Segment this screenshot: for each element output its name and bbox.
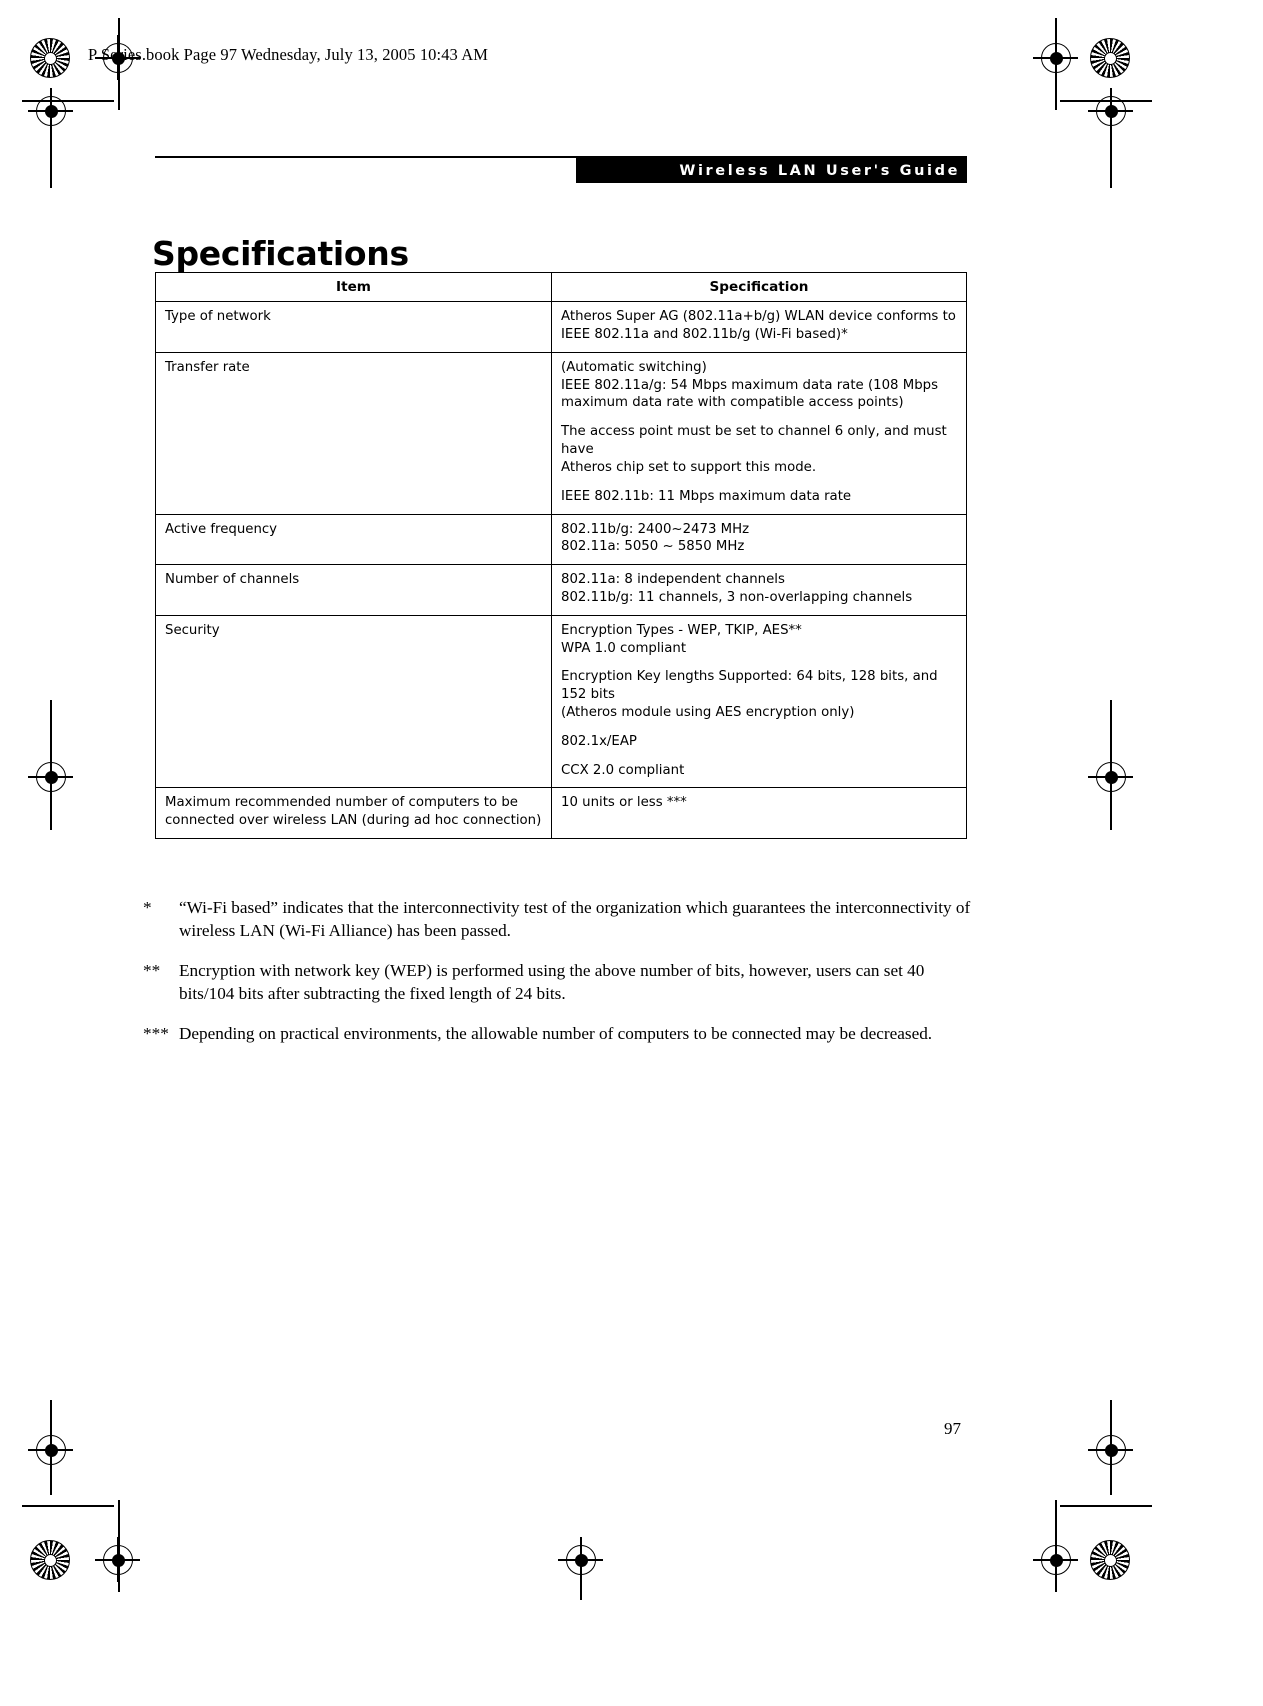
- page-number: 97: [944, 1419, 961, 1438]
- footnote-marker: **: [143, 960, 161, 980]
- density-patch-bottom-left: [30, 1540, 70, 1580]
- registration-mark-left-lower: [28, 1427, 73, 1472]
- crop-line-bottom-left-horizontal: [22, 1505, 114, 1507]
- document-page: P Series.book Page 97 Wednesday, July 13…: [0, 0, 1263, 1706]
- cell-item: Maximum recommended number of computers …: [155, 787, 552, 840]
- registration-mark-right-middle: [1088, 754, 1133, 799]
- cell-item: Number of channels: [155, 564, 552, 616]
- spec-paragraph: 802.11b/g: 2400~2473 MHz 802.11a: 5050 ~ …: [561, 521, 957, 557]
- footnote: *** Depending on practical environments, …: [143, 1023, 973, 1046]
- registration-mark-left-upper: [28, 88, 73, 133]
- table-head: Item Specification: [155, 271, 967, 303]
- cell-specification: 802.11a: 8 independent channels 802.11b/g…: [551, 564, 967, 616]
- spec-paragraph: 802.11a: 8 independent channels 802.11b/g…: [561, 571, 957, 607]
- cell-specification: 10 units or less ***: [551, 787, 967, 840]
- registration-mark-right-upper: [1088, 88, 1133, 133]
- spec-line: Encryption Types - WEP, TKIP, AES**: [561, 622, 802, 638]
- footnote-text: Encryption with network key (WEP) is per…: [179, 960, 925, 1003]
- spec-line: The access point must be set to channel …: [561, 424, 947, 458]
- spec-line: Atheros chip set to support this mode.: [561, 459, 817, 475]
- registration-mark-right-lower: [1088, 1427, 1133, 1472]
- specifications-table: Item Specification Type of network Athero…: [155, 271, 967, 840]
- spec-paragraph: Atheros Super AG (802.11a+b/g) WLAN devi…: [561, 308, 957, 344]
- footnote-text: Depending on practical environments, the…: [179, 1023, 933, 1043]
- spec-line: CCX 2.0 compliant: [561, 762, 685, 778]
- footnote-marker: *: [143, 898, 152, 917]
- cell-item: Type of network: [155, 301, 552, 353]
- registration-mark-bottom-right: [1033, 1537, 1078, 1582]
- crop-line-top-left-horizontal: [22, 100, 114, 102]
- crop-line-bottom-right-horizontal: [1060, 1505, 1152, 1507]
- spec-line: IEEE 802.11b: 11 Mbps maximum data rate: [561, 488, 852, 504]
- spec-line: 802.11a: 5050 ~ 5850 MHz: [561, 539, 745, 555]
- file-slug: P Series.book Page 97 Wednesday, July 13…: [88, 45, 489, 64]
- registration-mark-top-right: [1033, 35, 1078, 80]
- spec-line: 802.1x/EAP: [561, 733, 637, 749]
- cell-specification: 802.11b/g: 2400~2473 MHz 802.11a: 5050 ~ …: [551, 513, 967, 566]
- running-head-banner: Wireless LAN User's Guide: [576, 158, 967, 183]
- spec-line: Encryption Key lengths Supported: 64 bit…: [561, 669, 938, 703]
- cell-item: Transfer rate: [155, 351, 552, 515]
- spec-line: 10 units or less ***: [561, 795, 687, 811]
- spec-line: IEEE 802.11a/g: 54 Mbps maximum data rat…: [561, 377, 939, 393]
- table-header-row: Item Specification: [155, 271, 967, 303]
- spec-paragraph: IEEE 802.11b: 11 Mbps maximum data rate: [561, 488, 957, 506]
- cell-item: Security: [155, 614, 552, 789]
- spec-line: (Atheros module using AES encryption onl…: [561, 705, 855, 721]
- registration-mark-left-middle: [28, 754, 73, 799]
- spec-line: Atheros Super AG (802.11a+b/g) WLAN devi…: [561, 309, 956, 325]
- table-row: Type of network Atheros Super AG (802.11a…: [155, 301, 967, 353]
- footnote: * “Wi-Fi based” indicates that the interc…: [143, 897, 973, 943]
- table-body: Type of network Atheros Super AG (802.11a…: [155, 301, 967, 840]
- footnote: ** Encryption with network key (WEP) is p…: [143, 960, 973, 1006]
- footnote-marker: ***: [143, 1023, 169, 1043]
- table-row: Maximum recommended number of computers …: [155, 787, 967, 840]
- footnote-text: “Wi-Fi based” indicates that the interco…: [179, 898, 971, 940]
- density-patch-top-right: [1090, 38, 1130, 78]
- density-patch-bottom-right: [1090, 1540, 1130, 1580]
- spec-paragraph: 802.1x/EAP: [561, 733, 957, 751]
- spec-line: 802.11b/g: 2400~2473 MHz: [561, 521, 750, 537]
- registration-mark-bottom-left: [95, 1537, 140, 1582]
- cell-specification: Atheros Super AG (802.11a+b/g) WLAN devi…: [551, 301, 967, 353]
- cell-specification: Encryption Types - WEP, TKIP, AES** WPA 1…: [551, 614, 967, 789]
- spec-paragraph: The access point must be set to channel …: [561, 423, 957, 476]
- spec-line: (Automatic switching): [561, 359, 707, 375]
- cell-item: Active frequency: [155, 513, 552, 566]
- spec-line: 802.11b/g: 11 channels, 3 non-overlappin…: [561, 589, 913, 605]
- table-row: Transfer rate (Automatic switching) IEEE 8…: [155, 351, 967, 515]
- column-header-item: Item: [155, 271, 552, 303]
- spec-line: IEEE 802.11a and 802.11b/g (Wi-Fi based)…: [561, 327, 848, 343]
- registration-mark-bottom-center: [558, 1537, 603, 1582]
- spec-line: WPA 1.0 compliant: [561, 640, 687, 656]
- table-row: Active frequency 802.11b/g: 2400~2473 MHz…: [155, 513, 967, 566]
- footnotes: * “Wi-Fi based” indicates that the interc…: [143, 897, 973, 1062]
- column-header-specification: Specification: [551, 271, 967, 303]
- table-row: Security Encryption Types - WEP, TKIP, AE…: [155, 614, 967, 789]
- spec-line: maximum data rate with compatible access…: [561, 395, 904, 411]
- spec-paragraph: Encryption Types - WEP, TKIP, AES** WPA 1…: [561, 622, 957, 658]
- page-title: Specifications: [152, 234, 409, 274]
- table-row: Number of channels 802.11a: 8 independent…: [155, 564, 967, 616]
- cell-specification: (Automatic switching) IEEE 802.11a/g: 54 …: [551, 351, 967, 515]
- spec-paragraph: Encryption Key lengths Supported: 64 bit…: [561, 668, 957, 721]
- density-patch-top-left: [30, 38, 70, 78]
- spec-line: 802.11a: 8 independent channels: [561, 572, 785, 588]
- spec-paragraph: (Automatic switching) IEEE 802.11a/g: 54 …: [561, 359, 957, 412]
- spec-paragraph: 10 units or less ***: [561, 794, 957, 812]
- spec-paragraph: CCX 2.0 compliant: [561, 762, 957, 780]
